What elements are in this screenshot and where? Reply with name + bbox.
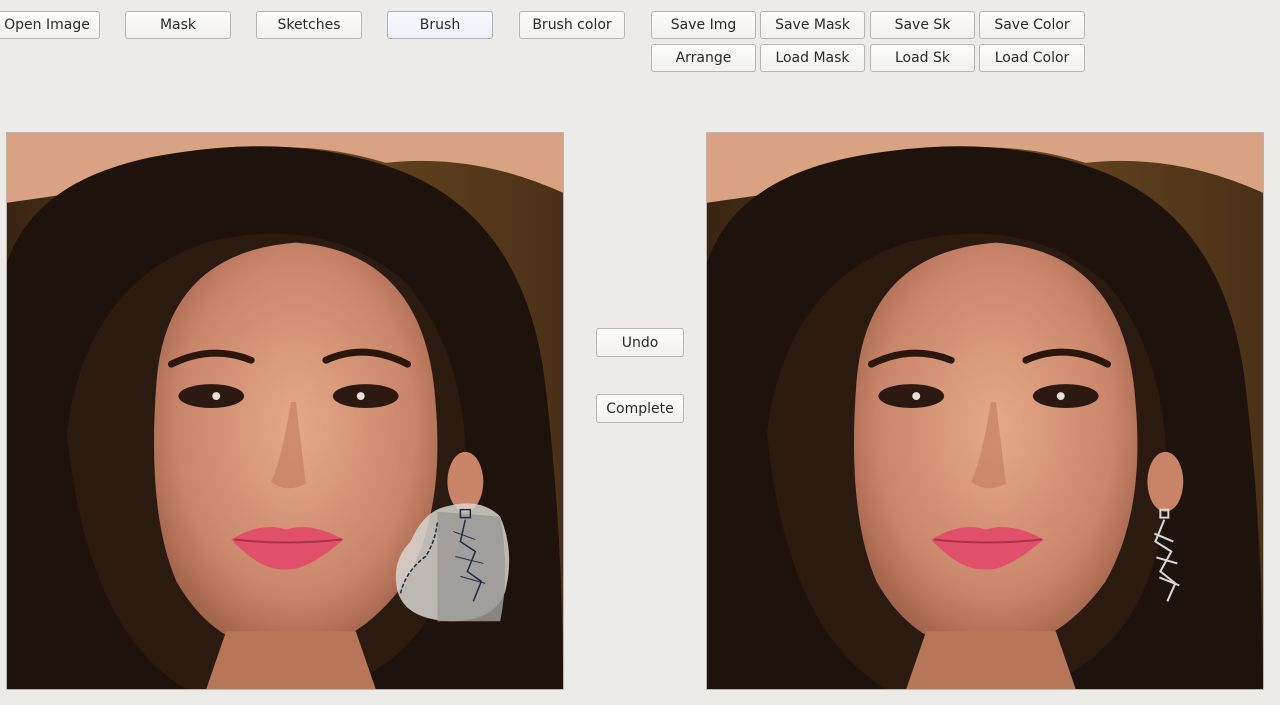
brush-button[interactable]: Brush (387, 11, 493, 39)
input-portrait-image (7, 133, 563, 689)
load-sk-button[interactable]: Load Sk (870, 44, 975, 72)
open-image-button[interactable]: Open Image (0, 11, 100, 39)
load-mask-button[interactable]: Load Mask (760, 44, 865, 72)
sketches-button[interactable]: Sketches (256, 11, 362, 39)
output-canvas (706, 132, 1264, 690)
arrange-button[interactable]: Arrange (651, 44, 756, 72)
save-color-button[interactable]: Save Color (979, 11, 1085, 39)
undo-button[interactable]: Undo (596, 328, 684, 357)
input-canvas[interactable] (6, 132, 564, 690)
load-color-button[interactable]: Load Color (979, 44, 1085, 72)
output-portrait-image (707, 133, 1263, 689)
brush-color-button[interactable]: Brush color (519, 11, 625, 39)
save-img-button[interactable]: Save Img (651, 11, 756, 39)
save-sk-button[interactable]: Save Sk (870, 11, 975, 39)
mask-button[interactable]: Mask (125, 11, 231, 39)
save-mask-button[interactable]: Save Mask (760, 11, 865, 39)
complete-button[interactable]: Complete (596, 394, 684, 423)
